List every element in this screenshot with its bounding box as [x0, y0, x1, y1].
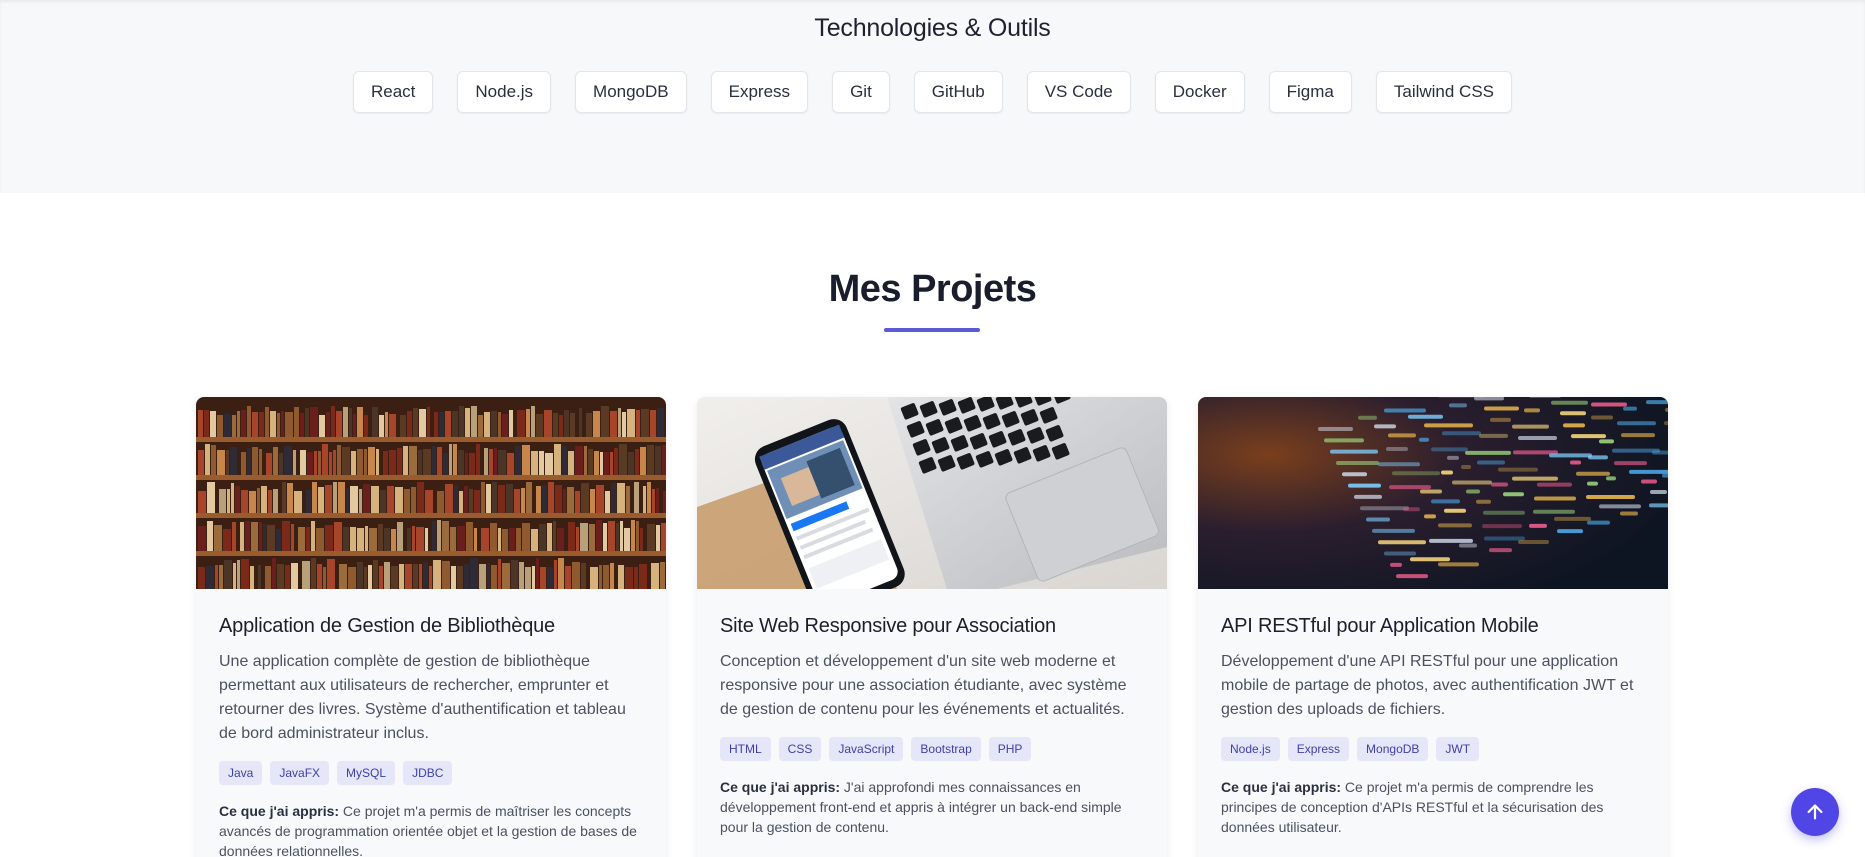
technologies-list: React Node.js MongoDB Express Git GitHub… [0, 71, 1865, 113]
project-description: Conception et développement d'un site we… [720, 653, 1127, 718]
tech-chip: Figma [1268, 71, 1352, 113]
project-learned: Ce que j'ai appris: J'ai approfondi mes … [720, 777, 1148, 837]
project-image-phone-laptop [697, 397, 1167, 589]
tech-tag: PHP [988, 737, 1032, 761]
project-card[interactable]: API RESTful pour Application Mobile Déve… [1198, 397, 1668, 857]
tech-tag: JavaFX [270, 761, 330, 785]
tech-chip: Tailwind CSS [1375, 71, 1513, 113]
tech-tag: Bootstrap [911, 737, 981, 761]
title-underline [884, 328, 980, 332]
tech-chip: MongoDB [575, 71, 687, 113]
learned-label: Ce que j'ai appris: [1221, 779, 1342, 795]
tech-tag: Node.js [1221, 737, 1280, 761]
project-tags: HTML CSS JavaScript Bootstrap PHP [720, 737, 1032, 761]
project-tags: Java JavaFX MySQL JDBC [219, 761, 453, 785]
project-learned: Ce que j'ai appris: Ce projet m'a permis… [1221, 777, 1649, 837]
scroll-to-top-button[interactable] [1791, 788, 1839, 836]
tech-tag: JavaScript [829, 737, 904, 761]
tech-tag: Java [219, 761, 263, 785]
project-learned: Ce que j'ai appris: Ce projet m'a permis… [219, 801, 647, 857]
tech-chip: GitHub [913, 71, 1003, 113]
project-card[interactable]: Site Web Responsive pour Association Con… [697, 397, 1167, 857]
tech-tag: MySQL [337, 761, 396, 785]
arrow-up-icon [1807, 804, 1823, 820]
project-description: Développement d'une API RESTful pour une… [1221, 653, 1634, 718]
project-tags: Node.js Express MongoDB JWT [1221, 737, 1480, 761]
tech-tag: CSS [778, 737, 822, 761]
learned-label: Ce que j'ai appris: [720, 779, 841, 795]
technologies-title: Technologies & Outils [814, 14, 1051, 42]
project-description: Une application complète de gestion de b… [219, 653, 626, 742]
tech-chip: React [352, 71, 434, 113]
project-image-code [1198, 397, 1668, 589]
project-title: API RESTful pour Application Mobile [1221, 615, 1539, 637]
tech-chip: VS Code [1026, 71, 1131, 113]
project-title: Site Web Responsive pour Association [720, 615, 1056, 637]
tech-tag: Express [1287, 737, 1350, 761]
tech-tag: JDBC [403, 761, 453, 785]
projects-title: Mes Projets [828, 268, 1037, 310]
learned-label: Ce que j'ai appris: [219, 803, 340, 819]
project-card[interactable]: Application de Gestion de Bibliothèque U… [196, 397, 666, 857]
tech-tag: MongoDB [1357, 737, 1429, 761]
tech-tag: JWT [1436, 737, 1480, 761]
project-title: Application de Gestion de Bibliothèque [219, 615, 555, 637]
project-image-bookshelf [196, 397, 666, 589]
tech-chip: Express [710, 71, 809, 113]
tech-chip: Git [832, 71, 890, 113]
tech-tag: HTML [720, 737, 771, 761]
technologies-section: Technologies & Outils React Node.js Mong… [0, 0, 1865, 193]
tech-chip: Docker [1154, 71, 1245, 113]
tech-chip: Node.js [457, 71, 552, 113]
